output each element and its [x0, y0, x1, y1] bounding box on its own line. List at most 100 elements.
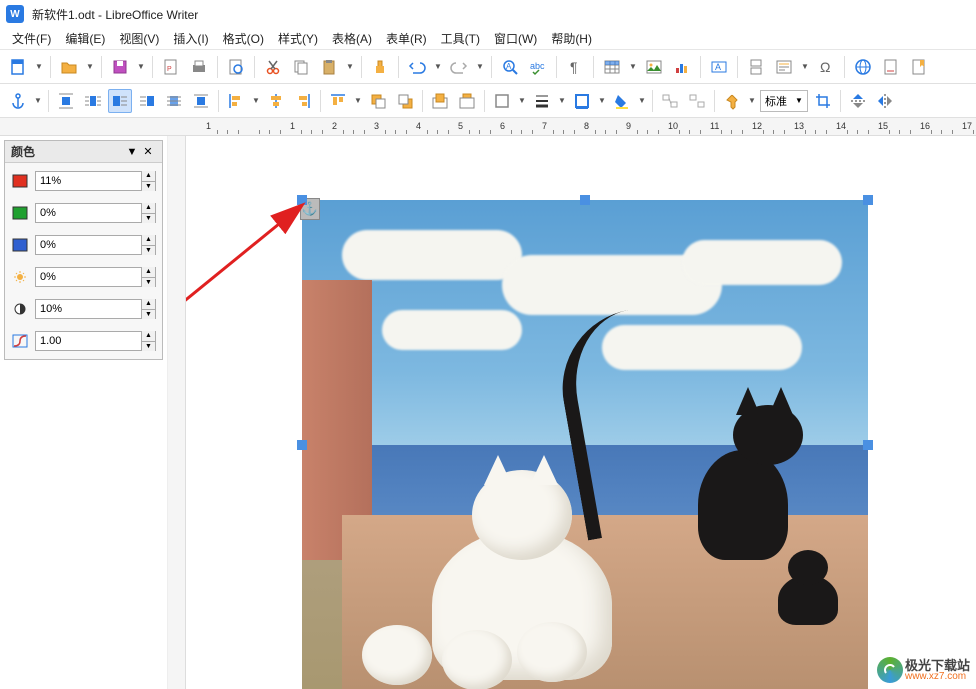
- open-button[interactable]: [57, 55, 81, 79]
- link-frames-button[interactable]: [658, 89, 682, 113]
- insert-field-dropdown[interactable]: ▼: [800, 55, 810, 79]
- brightness-spinner[interactable]: ▲▼: [141, 267, 155, 287]
- wrap-parallel-button[interactable]: [189, 89, 213, 113]
- menu-form[interactable]: 表单(R): [380, 28, 433, 49]
- print-preview-button[interactable]: [224, 55, 248, 79]
- horizontal-ruler[interactable]: 11234567891011121314151617: [186, 118, 976, 135]
- align-left-button[interactable]: [224, 89, 248, 113]
- gamma-input[interactable]: [36, 335, 141, 347]
- gamma-spinner[interactable]: ▲▼: [141, 331, 155, 351]
- insert-field-button[interactable]: [772, 55, 796, 79]
- flip-horizontal-button[interactable]: [873, 89, 897, 113]
- border-color-dropdown[interactable]: ▼: [597, 89, 607, 113]
- spin-down[interactable]: ▼: [142, 246, 155, 256]
- menu-format[interactable]: 格式(O): [217, 28, 270, 49]
- insert-image-button[interactable]: [642, 55, 666, 79]
- copy-button[interactable]: [289, 55, 313, 79]
- paste-dropdown[interactable]: ▼: [345, 55, 355, 79]
- open-dropdown[interactable]: ▼: [85, 55, 95, 79]
- spin-up[interactable]: ▲: [142, 299, 155, 310]
- border-color-button[interactable]: [570, 89, 594, 113]
- align-top-button[interactable]: [326, 89, 350, 113]
- new-doc-dropdown[interactable]: ▼: [34, 55, 44, 79]
- menu-tools[interactable]: 工具(T): [435, 28, 486, 49]
- save-button[interactable]: [108, 55, 132, 79]
- menu-help[interactable]: 帮助(H): [545, 28, 598, 49]
- border-width-button[interactable]: [530, 89, 554, 113]
- spin-up[interactable]: ▲: [142, 203, 155, 214]
- insert-bookmark-button[interactable]: [907, 55, 931, 79]
- insert-special-char-button[interactable]: Ω: [814, 55, 838, 79]
- green-field[interactable]: ▲▼: [35, 203, 156, 223]
- spin-up[interactable]: ▲: [142, 331, 155, 342]
- anchor-button[interactable]: [6, 89, 30, 113]
- flip-vertical-button[interactable]: [846, 89, 870, 113]
- document-area[interactable]: ⚓: [186, 136, 976, 689]
- insert-chart-button[interactable]: [670, 55, 694, 79]
- anchor-dropdown[interactable]: ▼: [33, 89, 43, 113]
- wrap-before-button[interactable]: [135, 89, 159, 113]
- resize-handle-mr[interactable]: [863, 440, 873, 450]
- brightness-input[interactable]: [36, 271, 141, 283]
- area-fill-button[interactable]: [610, 89, 634, 113]
- menu-styles[interactable]: 样式(Y): [272, 28, 324, 49]
- border-style-dropdown[interactable]: ▼: [517, 89, 527, 113]
- crop-button[interactable]: [811, 89, 835, 113]
- wrap-optimal-button[interactable]: [108, 89, 132, 113]
- insert-page-break-button[interactable]: [744, 55, 768, 79]
- menu-file[interactable]: 文件(F): [6, 28, 57, 49]
- wrap-through-button[interactable]: [162, 89, 186, 113]
- resize-handle-ml[interactable]: [297, 440, 307, 450]
- formatting-marks-button[interactable]: ¶: [563, 55, 587, 79]
- insert-table-button[interactable]: [600, 55, 624, 79]
- new-doc-button[interactable]: [6, 55, 30, 79]
- to-foreground-button[interactable]: [428, 89, 452, 113]
- menu-view[interactable]: 视图(V): [113, 28, 165, 49]
- spin-down[interactable]: ▼: [142, 310, 155, 320]
- menu-insert[interactable]: 插入(I): [167, 28, 214, 49]
- brightness-field[interactable]: ▲▼: [35, 267, 156, 287]
- menu-table[interactable]: 表格(A): [326, 28, 378, 49]
- menu-window[interactable]: 窗口(W): [488, 28, 543, 49]
- find-replace-button[interactable]: A: [498, 55, 522, 79]
- send-back-button[interactable]: [393, 89, 417, 113]
- resize-handle-tl[interactable]: [297, 195, 307, 205]
- color-panel-titlebar[interactable]: 颜色 ▼ ✕: [5, 141, 162, 163]
- filter-button[interactable]: [720, 89, 744, 113]
- embedded-image[interactable]: [302, 200, 868, 689]
- align-left-dropdown[interactable]: ▼: [251, 89, 261, 113]
- align-right-button[interactable]: [291, 89, 315, 113]
- graphics-mode-combo[interactable]: 标准▼: [760, 90, 808, 112]
- insert-hyperlink-button[interactable]: [851, 55, 875, 79]
- contrast-spinner[interactable]: ▲▼: [141, 299, 155, 319]
- align-top-dropdown[interactable]: ▼: [353, 89, 363, 113]
- redo-dropdown[interactable]: ▼: [475, 55, 485, 79]
- green-spinner[interactable]: ▲▼: [141, 203, 155, 223]
- selected-image-frame[interactable]: ⚓: [302, 200, 868, 689]
- bring-front-button[interactable]: [366, 89, 390, 113]
- panel-close-button[interactable]: ✕: [140, 144, 156, 160]
- save-dropdown[interactable]: ▼: [136, 55, 146, 79]
- clone-format-button[interactable]: [368, 55, 392, 79]
- blue-field[interactable]: ▲▼: [35, 235, 156, 255]
- spin-down[interactable]: ▼: [142, 214, 155, 224]
- red-spinner[interactable]: ▲▼: [141, 171, 155, 191]
- spin-up[interactable]: ▲: [142, 171, 155, 182]
- wrap-page-button[interactable]: [81, 89, 105, 113]
- cut-button[interactable]: [261, 55, 285, 79]
- undo-dropdown[interactable]: ▼: [433, 55, 443, 79]
- to-background-button[interactable]: [455, 89, 479, 113]
- blue-spinner[interactable]: ▲▼: [141, 235, 155, 255]
- panel-menu-button[interactable]: ▼: [124, 144, 140, 160]
- spin-up[interactable]: ▲: [142, 235, 155, 246]
- resize-handle-tm[interactable]: [580, 195, 590, 205]
- gamma-field[interactable]: ▲▼: [35, 331, 156, 351]
- insert-table-dropdown[interactable]: ▼: [628, 55, 638, 79]
- area-fill-dropdown[interactable]: ▼: [637, 89, 647, 113]
- export-pdf-button[interactable]: P: [159, 55, 183, 79]
- unlink-frames-button[interactable]: [685, 89, 709, 113]
- border-style-button[interactable]: [490, 89, 514, 113]
- align-center-h-button[interactable]: [264, 89, 288, 113]
- insert-textbox-button[interactable]: A: [707, 55, 731, 79]
- resize-handle-tr[interactable]: [863, 195, 873, 205]
